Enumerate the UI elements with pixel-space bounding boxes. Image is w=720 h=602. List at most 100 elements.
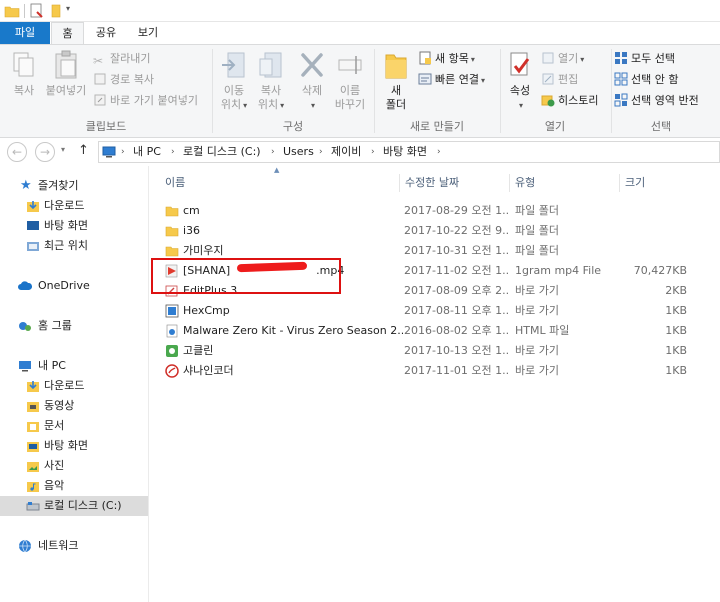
nav-item-onedrive[interactable]: OneDrive <box>0 276 148 296</box>
copy-path-button[interactable]: 경로 복사 <box>93 71 154 89</box>
breadcrumb-this-pc[interactable]: 내 PC <box>133 142 161 162</box>
select-all-button[interactable]: 모두 선택 <box>614 50 675 68</box>
select-none-button[interactable]: 선택 안 함 <box>614 71 678 89</box>
file-size: 2KB <box>665 284 687 297</box>
new-folder-button[interactable]: 새 폴더 <box>378 49 414 112</box>
breadcrumb-users[interactable]: Users <box>283 142 314 162</box>
file-name: HexCmp <box>183 304 230 317</box>
tab-share[interactable]: 공유 <box>86 22 126 44</box>
paste-shortcut-label: 바로 가기 붙여넣기 <box>110 94 198 107</box>
nav-item-pc-desktop[interactable]: 바탕 화면 <box>0 436 148 456</box>
breadcrumb-local-disk[interactable]: 로컬 디스크 (C:) <box>183 142 261 162</box>
nav-item-label: 다운로드 <box>44 199 85 212</box>
folder-icon <box>165 246 179 257</box>
delete-button[interactable]: 삭제 ▾ <box>294 49 330 113</box>
file-date: 2017-08-29 오전 1... <box>404 204 510 217</box>
videos-icon <box>27 402 39 412</box>
properties-icon[interactable] <box>29 3 45 19</box>
nav-item-pictures[interactable]: 사진 <box>0 456 148 476</box>
select-none-label: 선택 안 함 <box>631 73 679 86</box>
file-date: 2017-10-22 오전 9... <box>404 224 510 237</box>
column-header-size[interactable]: 크기 <box>619 172 699 194</box>
file-size: 1KB <box>665 324 687 337</box>
file-name: 샤나인코더 <box>183 364 234 377</box>
paste-shortcut-button[interactable]: 바로 가기 붙여넣기 <box>93 92 198 110</box>
recent-locations-button[interactable]: ▾ <box>61 145 65 154</box>
copy-to-label: 복사 <box>260 84 282 97</box>
open-icon <box>542 52 554 64</box>
file-type: 1gram mp4 File <box>515 264 602 277</box>
nav-item-local-disk[interactable]: 로컬 디스크 (C:) <box>0 496 148 516</box>
file-type: 바로 가기 <box>515 364 559 377</box>
nav-item-this-pc[interactable]: 내 PC <box>0 356 148 376</box>
tab-view[interactable]: 보기 <box>128 22 168 44</box>
file-size <box>625 221 687 241</box>
column-header-type[interactable]: 유형 <box>509 172 619 194</box>
properties-button[interactable]: 속성 ▾ <box>503 49 537 113</box>
chevron-down-icon: ▾ <box>310 101 315 110</box>
copy-to-button[interactable]: 복사 위치 ▾ <box>253 49 289 113</box>
nav-item-videos[interactable]: 동영상 <box>0 396 148 416</box>
breadcrumb-user[interactable]: 제이비 <box>331 142 361 162</box>
tab-home[interactable]: 홈 <box>51 22 84 45</box>
column-header-name[interactable]: 이름 <box>159 172 399 194</box>
easy-access-button[interactable]: 빠른 연결 ▾ <box>418 71 485 89</box>
file-row[interactable]: 샤나인코더 2017-11-01 오전 1... 바로 가기 1KB <box>149 361 720 381</box>
forward-button[interactable]: → <box>35 142 55 162</box>
file-type: HTML 파일 <box>515 324 570 337</box>
separator <box>212 49 213 133</box>
open-button[interactable]: 열기 ▾ <box>541 50 584 68</box>
column-header-date[interactable]: 수정한 날짜 <box>399 172 509 194</box>
tab-file[interactable]: 파일 <box>0 22 50 44</box>
rename-label: 이름 <box>339 84 361 97</box>
edit-button[interactable]: 편집 <box>541 71 578 89</box>
nav-item-recent[interactable]: 최근 위치 <box>0 236 148 256</box>
file-date: 2017-10-13 오전 1... <box>404 344 510 357</box>
desktop-icon <box>27 442 39 452</box>
file-name: Malware Zero Kit - Virus Zero Season 2..… <box>183 324 403 337</box>
address-bar[interactable]: › 내 PC › 로컬 디스크 (C:) › Users › 제이비 › 바탕 … <box>98 141 720 163</box>
file-type: 파일 폴더 <box>515 224 559 237</box>
customize-qa-toolbar-icon[interactable]: ▾ <box>66 4 70 13</box>
html-file-icon <box>166 324 178 338</box>
open-label: 열기 <box>558 52 579 65</box>
nav-item-network[interactable]: 네트워크 <box>0 536 148 556</box>
breadcrumb-desktop[interactable]: 바탕 화면 <box>383 142 427 162</box>
new-folder-icon[interactable] <box>48 3 64 19</box>
edit-icon <box>542 73 554 85</box>
file-name: cm <box>183 204 200 217</box>
cut-button[interactable]: ✂ 잘라내기 <box>93 50 150 68</box>
copy-button[interactable]: 복사 <box>6 49 42 98</box>
file-row[interactable]: Malware Zero Kit - Virus Zero Season 2..… <box>149 321 720 341</box>
nav-item-downloads[interactable]: 다운로드 <box>0 196 148 216</box>
new-item-button[interactable]: 새 항목 ▾ <box>418 50 475 68</box>
separator <box>500 49 501 133</box>
file-row[interactable]: cm 2017-08-29 오전 1... 파일 폴더 <box>149 201 720 221</box>
new-group-label: 새로 만들기 <box>409 120 465 133</box>
nav-item-desktop[interactable]: 바탕 화면 <box>0 216 148 236</box>
move-to-button[interactable]: 이동 위치 ▾ <box>216 49 252 113</box>
paste-button[interactable]: 붙여넣기 <box>42 49 90 98</box>
file-row[interactable]: 고클린 2017-10-13 오전 1... 바로 가기 1KB <box>149 341 720 361</box>
up-button[interactable]: ↑ <box>78 143 89 158</box>
file-size <box>625 241 687 261</box>
ribbon: 복사 붙여넣기 ✂ 잘라내기 경로 복사 바로 가기 붙여넣기 클립보드 이동 위… <box>0 44 720 138</box>
nav-item-documents[interactable]: 문서 <box>0 416 148 436</box>
rename-button[interactable]: 이름 바꾸기 <box>332 49 368 112</box>
nav-item-quick-access[interactable]: ★ 즐겨찾기 <box>0 176 148 196</box>
paste-shortcut-icon <box>94 94 106 106</box>
nav-item-pc-downloads[interactable]: 다운로드 <box>0 376 148 396</box>
invert-selection-button[interactable]: 선택 영역 반전 <box>614 92 699 110</box>
back-button[interactable]: ← <box>7 142 27 162</box>
file-type: 파일 폴더 <box>515 244 559 257</box>
file-row[interactable]: i36 2017-10-22 오전 9... 파일 폴더 <box>149 221 720 241</box>
nav-item-homegroup[interactable]: 홈 그룹 <box>0 316 148 336</box>
chevron-right-icon: › <box>371 147 375 157</box>
file-size: 1KB <box>665 364 687 377</box>
highlight-box <box>151 258 341 294</box>
nav-item-music[interactable]: 음악 <box>0 476 148 496</box>
open-group-label: 열기 <box>544 120 566 133</box>
select-none-icon <box>614 72 628 86</box>
history-button[interactable]: 히스토리 <box>541 92 598 110</box>
file-row[interactable]: HexCmp 2017-08-11 오후 1... 바로 가기 1KB <box>149 301 720 321</box>
